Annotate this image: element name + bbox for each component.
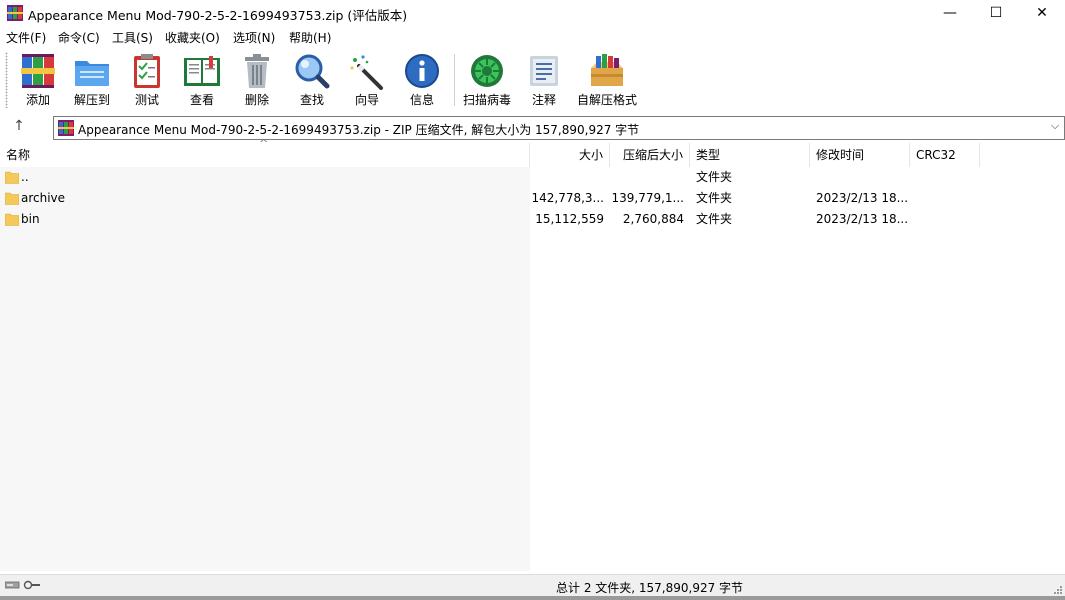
minimize-icon: — [943,5,957,21]
wizard-label: 向导 [354,93,379,107]
view-book-icon [184,56,220,86]
menu-commands[interactable]: 命令(C) [58,29,100,46]
sfx-button[interactable]: 自解压格式 [574,50,640,110]
view-label: 查看 [189,93,214,107]
extract-to-label: 解压到 [73,93,110,107]
status-bar: 总计 2 文件夹, 157,890,927 字节 [0,574,1065,597]
header-size[interactable]: 大小 [530,143,610,167]
add-archive-icon [21,54,55,88]
address-field[interactable]: Appearance Menu Mod-790-2-5-2-1699493753… [53,116,1065,140]
menu-help[interactable]: 帮助(H) [289,29,331,46]
chevron-down-icon[interactable]: ⌵ [1048,119,1062,135]
info-label: 信息 [409,93,434,107]
menu-options[interactable]: 选项(N) [233,29,275,46]
test-label: 测试 [134,93,159,107]
winrar-app-icon[interactable] [7,5,23,21]
drive-key-icon[interactable] [5,578,41,592]
table-row[interactable]: bin 15,112,559 2,760,884 文件夹 2023/2/13 1… [0,209,1065,230]
file-name: bin [21,212,40,226]
menu-file[interactable]: 文件(F) [6,29,46,46]
address-path: Appearance Menu Mod-790-2-5-2-1699493753… [78,123,640,137]
file-modified: 2023/2/13 18... [816,191,909,205]
window-title: Appearance Menu Mod-790-2-5-2-1699493753… [28,8,408,23]
virus-scan-label: 扫描病毒 [462,93,511,107]
header-packed-size[interactable]: 压缩后大小 [610,143,690,167]
comment-icon [530,56,558,86]
test-clipboard-icon [134,54,160,88]
file-list[interactable]: ^ 名称 大小 压缩后大小 类型 修改时间 CRC32 .. 文件夹 archi… [0,137,1065,571]
table-row[interactable]: .. 文件夹 [0,167,1065,188]
arrow-up-icon: ↑ [13,118,25,134]
archive-icon [58,120,74,136]
file-size: 142,778,3... [531,191,604,205]
trash-icon [245,54,269,88]
taskbar-edge [0,596,1065,600]
sfx-box-icon [591,54,623,86]
delete-button[interactable]: 删除 [231,50,283,110]
up-one-level-button[interactable]: ↑ [8,118,30,138]
maximize-icon: ☐ [989,5,1003,21]
file-type: 文件夹 [696,212,733,226]
wizard-wand-icon [350,55,383,90]
title-bar: Appearance Menu Mod-790-2-5-2-1699493753… [0,0,1065,26]
add-button[interactable]: 添加 [12,50,64,110]
toolbar-separator [454,54,455,106]
extract-folder-icon [75,61,109,86]
resize-grip-icon[interactable] [1053,585,1063,595]
header-modified[interactable]: 修改时间 [810,143,910,167]
file-packed-size: 139,779,1... [611,191,684,205]
file-type: 文件夹 [696,170,733,184]
info-button[interactable]: 信息 [396,50,448,110]
file-packed-size [610,167,684,188]
toolbar: 添加 解压到 测试 查看 删除 查找 向导 信息 扫描病毒 注释 自解压格式 [0,48,1065,112]
address-bar: ↑ Appearance Menu Mod-790-2-5-2-16994937… [0,115,1065,141]
menu-bar: 文件(F) 命令(C) 工具(S) 收藏夹(O) 选项(N) 帮助(H) [0,27,1065,47]
file-modified: 2023/2/13 18... [816,212,909,226]
file-packed-size: 2,760,884 [622,212,684,226]
header-crc32[interactable]: CRC32 [910,143,980,167]
find-button[interactable]: 查找 [286,50,338,110]
folder-icon [5,213,19,226]
header-name[interactable]: 名称 [0,143,530,167]
find-label: 查找 [299,93,324,107]
table-row[interactable]: archive 142,778,3... 139,779,1... 文件夹 20… [0,188,1065,209]
comment-label: 注释 [531,93,556,107]
folder-icon [5,171,19,184]
folder-icon [5,192,19,205]
toolbar-grip[interactable] [5,52,8,108]
sfx-label: 自解压格式 [576,93,637,107]
menu-favorites[interactable]: 收藏夹(O) [165,29,220,46]
info-icon [405,54,439,88]
column-header: ^ 名称 大小 压缩后大小 类型 修改时间 CRC32 [0,137,1065,167]
menu-tools[interactable]: 工具(S) [112,29,153,46]
extract-to-button[interactable]: 解压到 [66,50,118,110]
delete-label: 删除 [244,93,269,107]
file-type: 文件夹 [696,191,733,205]
add-label: 添加 [25,93,50,107]
virus-scan-button[interactable]: 扫描病毒 [459,50,515,110]
close-button[interactable]: ✕ [1019,0,1065,26]
file-name: .. [21,170,29,184]
file-size [530,167,604,188]
magnifier-icon [295,54,330,89]
close-icon: ✕ [1036,5,1048,21]
header-type[interactable]: 类型 [690,143,810,167]
status-summary: 总计 2 文件夹, 157,890,927 字节 [556,581,744,595]
wizard-button[interactable]: 向导 [341,50,393,110]
test-button[interactable]: 测试 [121,50,173,110]
file-name: archive [21,191,66,205]
minimize-button[interactable]: — [927,0,973,26]
view-button[interactable]: 查看 [176,50,228,110]
file-size: 15,112,559 [535,212,604,226]
virus-scan-icon [471,55,503,87]
comment-button[interactable]: 注释 [518,50,570,110]
maximize-button[interactable]: ☐ [973,0,1019,26]
